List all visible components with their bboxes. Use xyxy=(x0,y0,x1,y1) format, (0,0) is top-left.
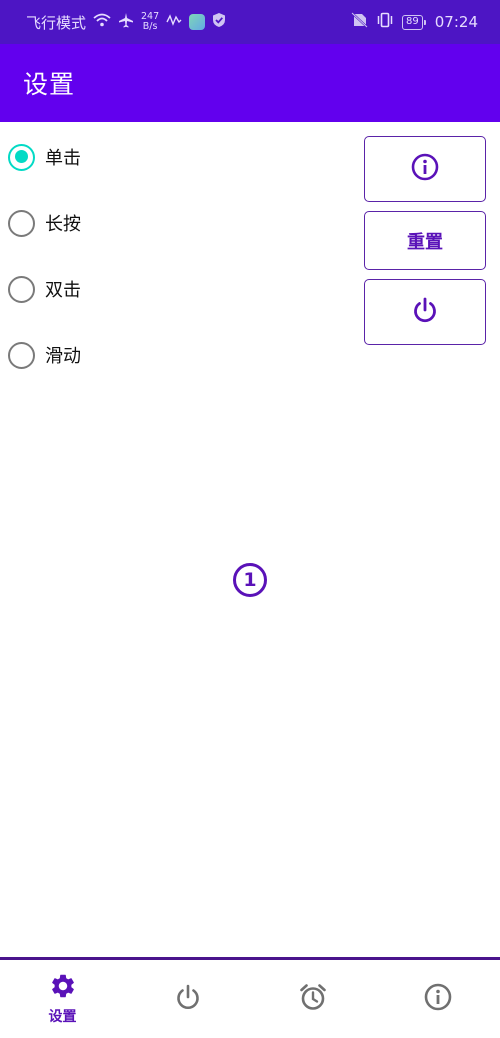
shield-check-icon xyxy=(212,12,226,32)
alarm-clock-icon xyxy=(298,982,328,1016)
gesture-radio-group: 单击 长按 双击 滑动 xyxy=(8,124,338,388)
status-bar: 飞行模式 247 B/s 89 07:24 xyxy=(0,0,500,44)
bottom-navigation: 设置 xyxy=(0,957,500,1038)
reset-button[interactable]: 重置 xyxy=(364,211,486,270)
battery-indicator: 89 xyxy=(402,14,426,30)
radio-label: 滑动 xyxy=(45,346,81,367)
signal-activity-icon xyxy=(166,13,182,31)
app-bar: 设置 xyxy=(0,44,500,122)
radio-button[interactable] xyxy=(8,341,35,369)
info-button[interactable] xyxy=(364,136,486,202)
carrier-text: 飞行模式 xyxy=(26,13,87,32)
gear-icon xyxy=(49,972,77,1004)
power-button[interactable] xyxy=(364,279,486,345)
radio-label: 长按 xyxy=(45,214,81,235)
reset-button-label: 重置 xyxy=(407,231,443,253)
net-speed: 247 B/s xyxy=(141,12,159,32)
wifi-icon xyxy=(93,13,111,31)
radio-label: 双击 xyxy=(45,280,81,301)
net-speed-unit: B/s xyxy=(142,21,158,32)
nav-item-alarm[interactable] xyxy=(250,960,375,1038)
power-icon xyxy=(174,983,202,1015)
vibrate-icon xyxy=(376,12,394,32)
radio-option-long-press[interactable]: 长按 xyxy=(8,190,338,256)
radio-option-double-tap[interactable]: 双击 xyxy=(8,256,338,322)
nav-item-info[interactable] xyxy=(375,960,500,1038)
radio-button[interactable] xyxy=(8,209,35,237)
radio-option-single-tap[interactable]: 单击 xyxy=(8,124,338,190)
radio-label: 单击 xyxy=(45,148,81,169)
radio-button[interactable] xyxy=(8,275,35,303)
nav-item-settings[interactable]: 设置 xyxy=(0,960,125,1038)
status-left: 飞行模式 247 B/s xyxy=(26,12,226,33)
radio-button-checked[interactable] xyxy=(8,143,35,171)
app-notification-icon xyxy=(189,14,206,30)
info-icon xyxy=(424,983,452,1015)
power-icon xyxy=(411,296,439,328)
clock-time: 07:24 xyxy=(434,13,478,31)
page-title: 设置 xyxy=(23,70,76,99)
radio-option-swipe[interactable]: 滑动 xyxy=(8,322,338,388)
screen: 飞行模式 247 B/s 89 07:24 设置 单击 长按 双击 滑动 重置 … xyxy=(0,0,500,1038)
sim-off-icon xyxy=(350,12,368,32)
page-indicator-value: 1 xyxy=(243,569,257,591)
nav-label-settings: 设置 xyxy=(48,1009,77,1025)
page-indicator: 1 xyxy=(233,563,267,597)
airplane-icon xyxy=(118,12,134,32)
status-right: 89 07:24 xyxy=(350,12,478,32)
nav-item-power[interactable] xyxy=(125,960,250,1038)
info-icon xyxy=(411,153,439,185)
